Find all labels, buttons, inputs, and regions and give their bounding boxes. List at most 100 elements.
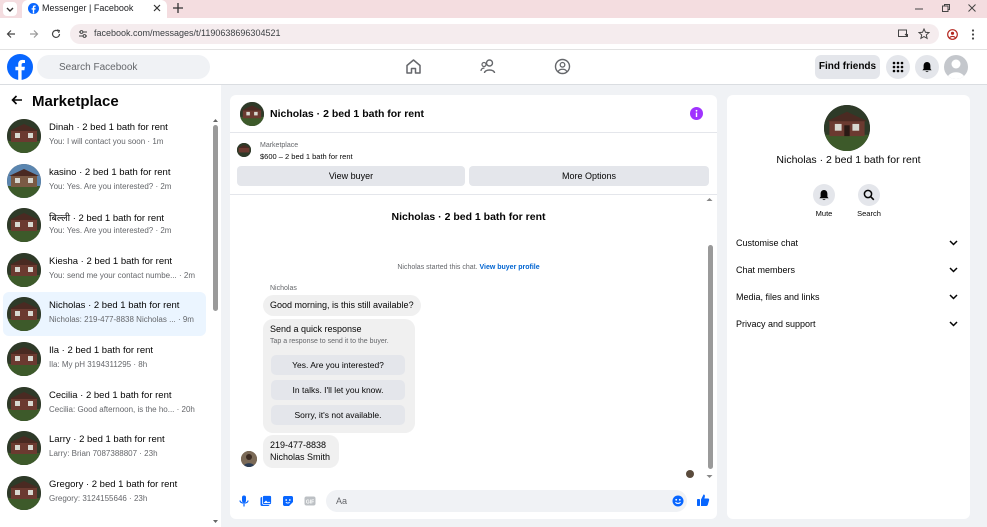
chrome-profile-icon[interactable]: [947, 29, 958, 40]
menu-button[interactable]: [886, 55, 910, 79]
groups-icon[interactable]: [554, 58, 571, 75]
emoji-icon[interactable]: [672, 495, 684, 507]
avatar: [7, 119, 41, 153]
browser-tab[interactable]: Messenger | Facebook: [22, 0, 167, 18]
find-friends-button[interactable]: Find friends: [815, 55, 880, 79]
message-input[interactable]: [326, 490, 687, 512]
quick-response-subtitle: Tap a response to send it to the buyer.: [270, 338, 389, 345]
more-options-button[interactable]: More Options: [469, 166, 709, 186]
conversation-item[interactable]: बिल्ली · 2 bed 1 bath for rent You: Yes. …: [3, 203, 206, 247]
mute-button[interactable]: [813, 184, 835, 206]
reload-icon[interactable]: [51, 29, 61, 39]
forward-arrow-icon[interactable]: [29, 29, 39, 39]
thumbs-up-icon[interactable]: [696, 493, 710, 507]
sender-avatar[interactable]: [241, 451, 257, 467]
avatar: [7, 163, 41, 198]
scroll-down-icon[interactable]: [706, 473, 713, 480]
conversation-title: बिल्ली · 2 bed 1 bath for rent: [49, 213, 165, 225]
avatar: [7, 431, 41, 466]
privacy-support-row[interactable]: Privacy and support: [727, 313, 970, 337]
message-bubble: Good morning, is this still available?: [263, 295, 421, 316]
notifications-button[interactable]: [915, 55, 939, 79]
restore-icon[interactable]: [941, 3, 951, 13]
home-icon[interactable]: [405, 58, 422, 75]
chat-members-row[interactable]: Chat members: [727, 259, 970, 283]
account-avatar[interactable]: [944, 55, 968, 79]
site-info-icon[interactable]: [78, 29, 88, 39]
conversation-snippet: You: I will contact you soon · 1m: [49, 137, 164, 146]
microphone-icon[interactable]: [239, 495, 249, 507]
view-buyer-profile-link[interactable]: View buyer profile: [479, 264, 539, 271]
chat-scrollbar[interactable]: [708, 245, 713, 469]
conversation-snippet: You: send me your contact numbe... · 2m: [49, 270, 196, 280]
sticker-icon[interactable]: [282, 495, 294, 507]
info-icon[interactable]: [690, 107, 703, 120]
conversation-snippet: Larry: Brian 7087388807 · 23h: [49, 449, 158, 459]
minimize-icon[interactable]: [914, 3, 924, 13]
avatar: [7, 475, 41, 510]
conversation-title: Larry · 2 bed 1 bath for rent: [49, 434, 165, 446]
conversation-item[interactable]: Kiesha · 2 bed 1 bath for rent You: send …: [3, 248, 206, 292]
conversation-title: Dinah · 2 bed 1 bath for rent: [49, 122, 168, 133]
photo-icon[interactable]: [260, 495, 272, 507]
conversation-item[interactable]: Larry · 2 bed 1 bath for rent Larry: Bria…: [3, 426, 206, 470]
tab-title: Messenger | Facebook: [42, 3, 134, 13]
conversation-title: Nicholas · 2 bed 1 bath for rent: [391, 211, 546, 223]
bell-icon: [819, 190, 829, 201]
default-profile-icon: [947, 59, 965, 79]
customise-chat-row[interactable]: Customise chat: [727, 232, 970, 256]
conversation-name: Nicholas · 2 bed 1 bath for rent: [776, 154, 921, 166]
conversation-item[interactable]: Dinah · 2 bed 1 bath for rent You: I will…: [3, 114, 206, 158]
gif-icon[interactable]: GIF: [304, 495, 316, 507]
chevron-down-icon: [949, 240, 958, 246]
sidebar-scrollbar[interactable]: [213, 125, 218, 311]
conversation-title: kasino · 2 bed 1 bath for rent: [49, 166, 171, 178]
conversation-snippet: Ila: My pH 3194311295 · 8h: [49, 360, 148, 369]
scroll-down-icon[interactable]: [213, 517, 218, 525]
chevron-down-icon: [949, 267, 958, 273]
new-tab-icon[interactable]: [172, 2, 184, 14]
house-thumbnail: [824, 105, 870, 151]
quick-reply-not-available[interactable]: Sorry, it's not available.: [271, 405, 405, 425]
listing-kind: Marketplace: [260, 142, 299, 149]
scroll-up-icon[interactable]: [213, 117, 218, 125]
quick-reply-yes[interactable]: Yes. Are you interested?: [271, 355, 405, 375]
media-files-links-row[interactable]: Media, files and links: [727, 286, 970, 310]
back-arrow-icon[interactable]: [6, 29, 16, 39]
avatar: [7, 297, 41, 332]
quick-reply-in-talks[interactable]: In talks. I'll let you know.: [271, 380, 405, 400]
close-window-icon[interactable]: [967, 3, 977, 13]
back-arrow-icon[interactable]: [11, 94, 23, 106]
conversation-item[interactable]: Nicholas · 2 bed 1 bath for rent Nicholas…: [3, 292, 206, 337]
chat-title[interactable]: Nicholas · 2 bed 1 bath for rent: [270, 108, 424, 120]
conversation-item[interactable]: Cecilia · 2 bed 1 bath for rent Cecilia: …: [3, 382, 206, 426]
chrome-menu-icon[interactable]: [971, 29, 975, 40]
search-in-conversation-button[interactable]: [858, 184, 880, 206]
conversation-item[interactable]: kasino · 2 bed 1 bath for rent You: Yes. …: [3, 159, 206, 203]
listing-bar: Marketplace $600 – 2 bed 1 bath for rent…: [230, 133, 717, 195]
friends-icon[interactable]: [480, 58, 497, 75]
facebook-favicon-icon: [28, 3, 39, 14]
close-tab-icon[interactable]: [152, 3, 162, 13]
avatar[interactable]: [824, 105, 870, 151]
install-app-icon[interactable]: [897, 28, 909, 40]
avatar[interactable]: [240, 102, 264, 126]
facebook-logo-icon[interactable]: [7, 54, 33, 80]
listing-price[interactable]: $600 – 2 bed 1 bath for rent: [260, 152, 353, 161]
bookmark-star-icon[interactable]: [918, 28, 930, 40]
chat-started-notice: Nicholas started this chat. View buyer p…: [397, 264, 540, 271]
quick-response-card: Send a quick response Tap a response to …: [263, 319, 415, 433]
conversation-snippet: You: Yes. Are you interested? · 2m: [49, 226, 172, 236]
conversation-snippet: Gregory: 3124155646 · 23h: [49, 493, 148, 503]
url-text: facebook.com/messages/t/1190638696304521: [94, 28, 281, 38]
omnibox[interactable]: facebook.com/messages/t/1190638696304521: [70, 24, 939, 44]
facebook-search-input[interactable]: [37, 55, 210, 79]
chevron-down-icon: [949, 294, 958, 300]
scroll-up-icon[interactable]: [706, 196, 713, 203]
conversation-item[interactable]: Ila · 2 bed 1 bath for rent Ila: My pH 31…: [3, 337, 206, 381]
conversation-item[interactable]: Gregory · 2 bed 1 bath for rent Gregory: …: [3, 471, 206, 515]
view-buyer-button[interactable]: View buyer: [237, 166, 465, 186]
tab-search-button[interactable]: [3, 2, 17, 16]
browser-tab-strip: Messenger | Facebook: [0, 0, 987, 18]
chat-header: Nicholas · 2 bed 1 bath for rent: [230, 95, 717, 133]
